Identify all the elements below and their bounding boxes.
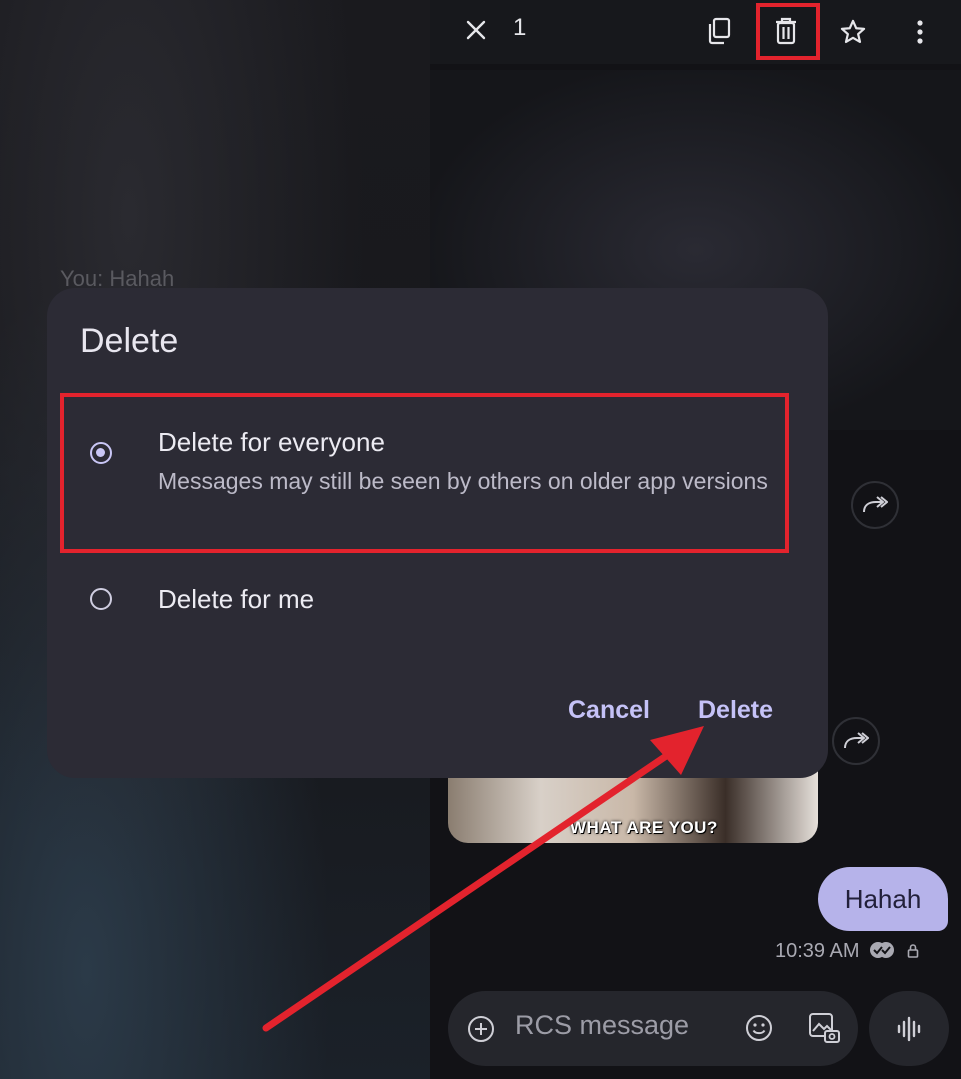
- annotation-arrow: [262, 726, 704, 1032]
